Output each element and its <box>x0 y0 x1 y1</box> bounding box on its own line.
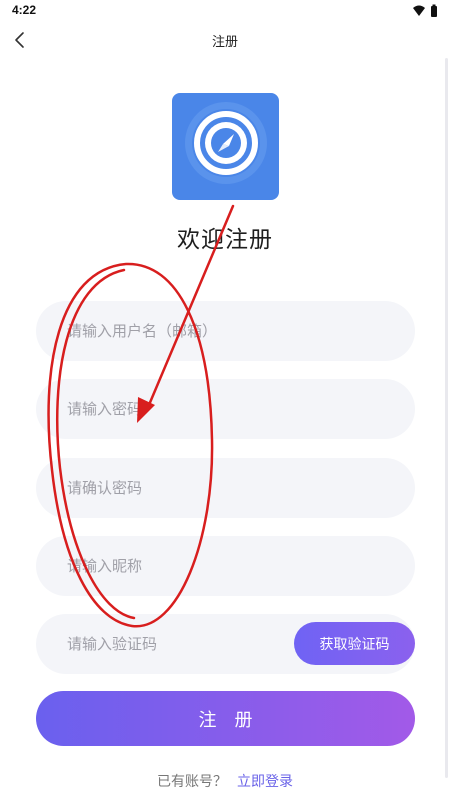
app-logo <box>172 93 279 200</box>
status-bar: 4:22 <box>0 0 450 22</box>
confirm-password-input[interactable] <box>36 458 415 518</box>
status-time: 4:22 <box>12 3 37 17</box>
verification-code-input[interactable] <box>36 614 286 674</box>
username-field-container <box>36 301 415 361</box>
compass-icon <box>185 102 267 184</box>
welcome-heading: 欢迎注册 <box>177 227 273 253</box>
scrollbar[interactable] <box>445 58 448 778</box>
status-icons <box>413 4 437 17</box>
page-title: 注册 <box>211 35 238 50</box>
password-input[interactable] <box>36 379 415 439</box>
login-prompt: 已有账号？ <box>157 774 227 790</box>
wifi-icon <box>413 5 425 16</box>
battery-icon <box>431 4 437 17</box>
password-field-container <box>36 379 415 439</box>
confirm-password-field-container <box>36 458 415 518</box>
nav-bar: 注册 <box>0 22 450 58</box>
register-button[interactable]: 注册 <box>36 691 415 746</box>
login-row: 已有账号？ 立即登录 <box>0 771 450 791</box>
login-link[interactable]: 立即登录 <box>237 774 293 790</box>
get-code-button[interactable]: 获取验证码 <box>294 622 415 665</box>
nickname-field-container <box>36 536 415 596</box>
username-input[interactable] <box>36 301 415 361</box>
nickname-input[interactable] <box>36 536 415 596</box>
